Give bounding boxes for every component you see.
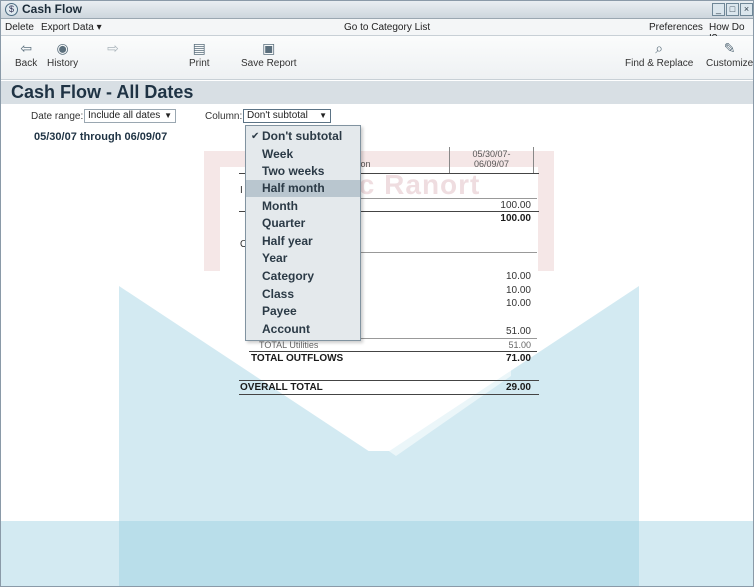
menu-item-label: Month [262, 199, 298, 213]
table-row: TOTAL OUTFLOWS 71.00 [229, 352, 541, 366]
save-report-label: Save Report [241, 58, 297, 69]
minimize-button[interactable]: _ [712, 3, 725, 16]
toolbar: ⇦ Back ◉ History ⇨ ▤ Print ▣ Save Report… [1, 36, 753, 80]
date-range-select[interactable]: Include all dates ▼ [84, 109, 176, 123]
menu-item-half-month[interactable]: Half month [246, 180, 360, 197]
total-utilities-label: TOTAL Utilities [259, 340, 319, 350]
total-outflows-label: TOTAL OUTFLOWS [251, 353, 344, 364]
report-header: Cash Flow - All Dates [1, 81, 753, 104]
chevron-down-icon: ▼ [164, 111, 172, 120]
customize-button[interactable]: ✎ Customize [706, 40, 753, 69]
utility-value-3: 10.00 [505, 298, 531, 309]
menu-item-class[interactable]: Class [246, 286, 360, 303]
menu-item-label: Year [262, 251, 288, 265]
menu-item-label: Don't subtotal [262, 129, 343, 143]
printer-icon: ▤ [192, 40, 206, 56]
menu-item-label: Week [262, 147, 294, 161]
overall-total-label: OVERALL TOTAL [240, 382, 323, 393]
menu-delete[interactable]: Delete [5, 22, 34, 33]
menu-preferences[interactable]: Preferences [649, 22, 703, 33]
customize-label: Customize [706, 58, 754, 69]
menu-item-label: Two weeks [262, 164, 325, 178]
check-icon: ✔ [251, 131, 260, 142]
date-range-label: Date range: [31, 111, 84, 122]
utility-value-2: 10.00 [505, 285, 531, 296]
find-replace-button[interactable]: ⌕ Find & Replace [625, 40, 693, 69]
print-label: Print [189, 58, 210, 69]
find-replace-icon: ⌕ [655, 40, 664, 56]
utility-value-4: 51.00 [505, 326, 531, 337]
print-button[interactable]: ▤ Print [189, 40, 210, 69]
app-icon: $ [5, 3, 18, 16]
overall-total-value: 29.00 [505, 382, 531, 393]
back-label: Back [15, 58, 38, 69]
date-column-header-text: 05/30/07- 06/09/07 [472, 149, 511, 169]
report-controls: Date range: Include all dates ▼ Column: … [1, 105, 753, 127]
report-period: 05/30/07 through 06/09/07 [34, 131, 168, 143]
title-bar: $ Cash Flow _ □ × [1, 1, 753, 19]
menu-item-account[interactable]: Account [246, 321, 360, 338]
menu-item-category[interactable]: Category [246, 268, 360, 285]
menu-item-payee[interactable]: Payee [246, 303, 360, 320]
forward-arrow-icon: ⇨ [107, 40, 119, 56]
column-select-value: Don't subtotal [247, 110, 308, 121]
menu-item-half-year[interactable]: Half year [246, 233, 360, 250]
divider [359, 252, 537, 253]
menu-item-two-weeks[interactable]: Two weeks [246, 163, 360, 180]
inflow-total: 100.00 [500, 213, 531, 224]
utility-value-1: 10.00 [505, 271, 531, 282]
menu-export-data[interactable]: Export Data ▾ [41, 22, 102, 33]
inflow-value: 100.00 [500, 200, 531, 211]
menu-item-label: Class [262, 287, 295, 301]
find-replace-label: Find & Replace [625, 58, 694, 69]
history-label: History [47, 58, 79, 69]
menu-item-label: Quarter [262, 216, 306, 230]
cash-flow-window: $ Cash Flow _ □ × Delete Export Data ▾ G… [0, 0, 754, 587]
menu-item-label: Half year [262, 234, 313, 248]
column-label: Column: [205, 111, 243, 122]
menu-item-label: Category [262, 269, 315, 283]
menu-item-quarter[interactable]: Quarter [246, 215, 360, 232]
total-outflows-value: 71.00 [505, 353, 531, 364]
menu-item-week[interactable]: Week [246, 146, 360, 163]
date-range-value: Include all dates [88, 110, 161, 121]
menu-item-month[interactable]: Month [246, 198, 360, 215]
menu-item-year[interactable]: Year [246, 250, 360, 267]
menu-go-to-category-list[interactable]: Go to Category List [344, 22, 430, 33]
window-title: Cash Flow [22, 2, 83, 16]
divider [239, 394, 539, 395]
save-report-button[interactable]: ▣ Save Report [241, 40, 297, 69]
back-arrow-icon: ⇦ [20, 40, 32, 56]
history-button[interactable]: ◉ History [47, 40, 78, 69]
page-title: Cash Flow - All Dates [11, 82, 194, 102]
column-select[interactable]: Don't subtotal ▼ [243, 109, 331, 123]
inflows-group-marker: I [240, 185, 243, 196]
forward-button[interactable]: ⇨ [105, 40, 121, 58]
total-utilities-value: 51.00 [508, 340, 531, 350]
history-icon: ◉ [56, 40, 69, 56]
chevron-down-icon: ▼ [319, 111, 327, 120]
menu-bar: Delete Export Data ▾ Go to Category List… [1, 19, 753, 44]
close-button[interactable]: × [740, 3, 753, 16]
menu-item-label: Half month [262, 181, 325, 195]
customize-icon: ✎ [723, 40, 736, 56]
menu-item-dont-subtotal[interactable]: ✔ Don't subtotal [246, 128, 360, 145]
save-disk-icon: ▣ [262, 40, 276, 56]
menu-item-label: Payee [262, 304, 297, 318]
table-row: OVERALL TOTAL 29.00 [229, 381, 541, 395]
window-controls: _ □ × [712, 3, 753, 16]
column-dropdown-menu: ✔ Don't subtotal Week Two weeks Half mon… [245, 125, 361, 341]
menu-item-label: Account [262, 322, 310, 336]
maximize-button[interactable]: □ [726, 3, 739, 16]
back-button[interactable]: ⇦ Back [15, 40, 37, 69]
